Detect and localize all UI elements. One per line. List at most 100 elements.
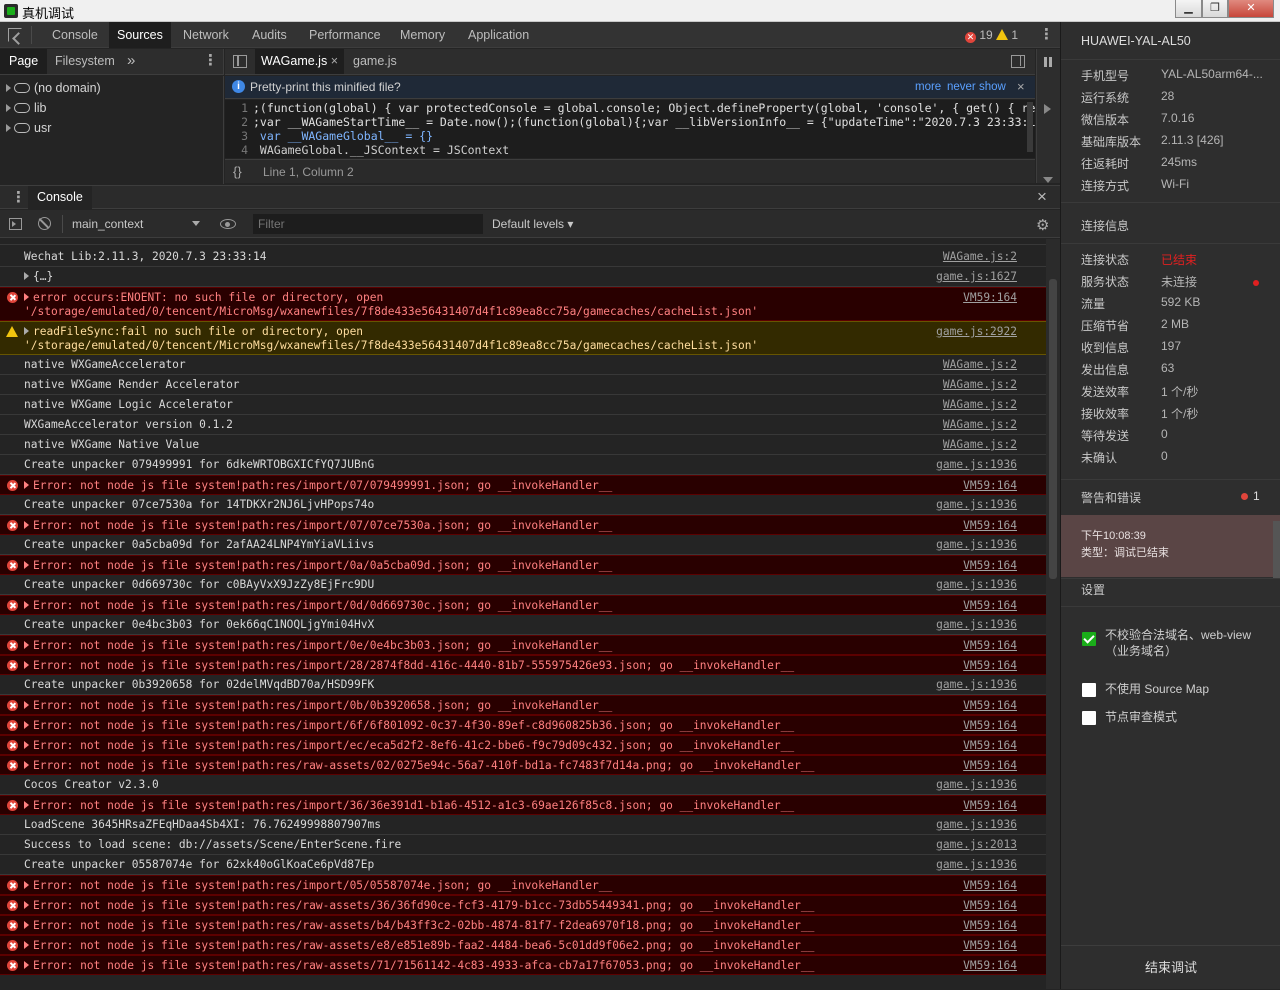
source-link[interactable]: VM59:164	[963, 939, 1017, 953]
expand-arrow-icon[interactable]	[24, 641, 29, 649]
source-link[interactable]: VM59:164	[963, 291, 1017, 305]
tree-item-lib[interactable]: lib	[6, 98, 47, 118]
log-row[interactable]: Wechat Lib:2.11.3, 2020.7.3 23:33:14 WAGa…	[0, 247, 1046, 267]
issue-counter[interactable]: ✕ 19 1	[965, 28, 1018, 43]
log-row[interactable]: Create unpacker 0e4bc3b03 for 0ek66qC1NO…	[0, 615, 1046, 635]
tab-sources[interactable]: Sources	[109, 22, 171, 48]
tree-item-no-domain[interactable]: (no domain)	[6, 78, 101, 98]
log-row[interactable]: Success to load scene: db://assets/Scene…	[0, 835, 1046, 855]
source-link[interactable]: VM59:164	[963, 559, 1017, 573]
log-row[interactable]: Create unpacker 0b3920658 for 02delMVqdB…	[0, 675, 1046, 695]
expand-arrow-icon[interactable]	[24, 961, 29, 969]
clear-console-icon[interactable]	[38, 217, 51, 230]
expand-arrow-icon[interactable]	[24, 481, 29, 489]
source-link[interactable]: VM59:164	[963, 739, 1017, 753]
maximize-button[interactable]: ❐	[1202, 0, 1228, 18]
source-link[interactable]: WAGame.js:2	[943, 358, 1017, 372]
expand-arrow-icon[interactable]	[24, 293, 29, 301]
editor-scrollbar[interactable]	[1027, 102, 1033, 152]
source-link[interactable]: game.js:1627	[936, 270, 1017, 284]
source-link[interactable]: VM59:164	[963, 659, 1017, 673]
source-link[interactable]: WAGame.js:2	[943, 250, 1017, 264]
tab-page[interactable]: Page	[0, 49, 48, 74]
source-link[interactable]: game.js:1936	[936, 498, 1017, 512]
expand-arrow-icon[interactable]	[24, 521, 29, 529]
minimize-button[interactable]: ▁	[1175, 0, 1202, 18]
never-show-link[interactable]: never show	[947, 81, 1006, 93]
error-log-row[interactable]: Error: not node js file system!path:res/…	[0, 795, 1046, 815]
source-link[interactable]: VM59:164	[963, 879, 1017, 893]
log-row[interactable]: Create unpacker 0d669730c for c0BAyVxX9J…	[0, 575, 1046, 595]
source-link[interactable]: VM59:164	[963, 799, 1017, 813]
log-row[interactable]: native WXGame Logic Accelerator WAGame.js…	[0, 395, 1046, 415]
log-row[interactable]: Cocos Creator v2.3.0 game.js:1936	[0, 775, 1046, 795]
expand-arrow-icon[interactable]	[24, 761, 29, 769]
source-link[interactable]: VM59:164	[963, 699, 1017, 713]
console-settings-gear-icon[interactable]: ⚙	[1036, 216, 1049, 234]
expand-arrow-icon[interactable]	[24, 601, 29, 609]
error-log-row[interactable]: Error: not node js file system!path:res/…	[0, 895, 1046, 915]
expand-arrow-icon[interactable]	[24, 921, 29, 929]
error-log-row[interactable]: Error: not node js file system!path:res/…	[0, 475, 1046, 495]
expand-arrow-icon[interactable]	[24, 801, 29, 809]
source-link[interactable]: VM59:164	[963, 919, 1017, 933]
more-tabs-icon[interactable]: »	[119, 49, 143, 74]
scroll-down-icon[interactable]	[1043, 177, 1053, 183]
source-link[interactable]: game.js:1936	[936, 678, 1017, 692]
error-log-row[interactable]: error occurs:ENOENT: no such file or dir…	[0, 287, 1046, 321]
log-row[interactable]: native WXGame Native Value WAGame.js:2	[0, 435, 1046, 455]
scroll-thumb[interactable]	[1049, 279, 1057, 579]
source-link[interactable]: game.js:1936	[936, 778, 1017, 792]
error-log-row[interactable]: Error: not node js file system!path:res/…	[0, 635, 1046, 655]
tab-performance[interactable]: Performance	[301, 22, 389, 48]
source-link[interactable]: VM59:164	[963, 599, 1017, 613]
event-card[interactable]: 下午10:08:39 类型：调试已结束	[1061, 515, 1280, 577]
log-row[interactable]: LoadScene 3645HRsaZFEqHDaa4Sb4XI: 76.762…	[0, 815, 1046, 835]
expand-arrow-icon[interactable]	[24, 561, 29, 569]
tab-application[interactable]: Application	[460, 22, 537, 48]
source-link[interactable]: VM59:164	[963, 519, 1017, 533]
source-link[interactable]: WAGame.js:2	[943, 378, 1017, 392]
error-log-row[interactable]: Error: not node js file system!path:res/…	[0, 595, 1046, 615]
error-log-row[interactable]: Error: not node js file system!path:res/…	[0, 875, 1046, 895]
tab-memory[interactable]: Memory	[392, 22, 453, 48]
log-levels-dropdown[interactable]: Default levels ▾	[492, 217, 573, 231]
console-sidebar-icon[interactable]	[9, 218, 22, 230]
source-link[interactable]: WAGame.js:2	[943, 418, 1017, 432]
error-log-row[interactable]: Error: not node js file system!path:res/…	[0, 655, 1046, 675]
error-log-row[interactable]: Error: not node js file system!path:res/…	[0, 695, 1046, 715]
inspect-element-icon[interactable]	[8, 28, 22, 42]
source-link[interactable]: VM59:164	[963, 479, 1017, 493]
expand-arrow-icon[interactable]	[24, 272, 29, 280]
pause-icon[interactable]	[1044, 57, 1047, 67]
log-row[interactable]: {…} game.js:1627	[0, 267, 1046, 287]
resume-icon[interactable]	[1044, 104, 1051, 114]
tab-filesystem[interactable]: Filesystem	[47, 49, 123, 74]
more-link[interactable]: more	[915, 81, 941, 93]
error-log-row[interactable]: Error: not node js file system!path:res/…	[0, 715, 1046, 735]
source-link[interactable]: game.js:1936	[936, 858, 1017, 872]
expand-arrow-icon[interactable]	[24, 327, 29, 335]
console-messages[interactable]: Wechat Lib:2.11.3, 2020.7.3 23:33:14 WAGa…	[0, 239, 1046, 989]
expand-arrow-icon[interactable]	[24, 661, 29, 669]
log-row[interactable]: Create unpacker 0a5cba09d for 2afAA24LNP…	[0, 535, 1046, 555]
close-infobar-icon[interactable]: ×	[1017, 79, 1025, 94]
log-row[interactable]: native WXGame Render Accelerator WAGame.j…	[0, 375, 1046, 395]
skip-domain-check-checkbox[interactable]	[1082, 632, 1096, 646]
no-source-map-checkbox[interactable]	[1082, 683, 1096, 697]
source-link[interactable]: game.js:2922	[936, 325, 1017, 339]
error-log-row[interactable]: Error: not node js file system!path:res/…	[0, 515, 1046, 535]
error-log-row[interactable]: Error: not node js file system!path:res/…	[0, 915, 1046, 935]
source-link[interactable]: VM59:164	[963, 759, 1017, 773]
source-link[interactable]: VM59:164	[963, 639, 1017, 653]
source-link[interactable]: game.js:1936	[936, 458, 1017, 472]
source-link[interactable]: game.js:1936	[936, 538, 1017, 552]
context-selector[interactable]: main_context	[72, 217, 143, 231]
editor-tab-wagame[interactable]: WAGame.js ×	[255, 49, 345, 74]
context-dropdown-icon[interactable]	[192, 221, 200, 226]
log-row[interactable]: Create unpacker 05587074e for 62xk40oGlK…	[0, 855, 1046, 875]
log-row[interactable]: WXGameAccelerator version 0.1.2 WAGame.js…	[0, 415, 1046, 435]
toggle-debugger-icon[interactable]	[1011, 55, 1025, 68]
source-link[interactable]: VM59:164	[963, 959, 1017, 973]
source-link[interactable]: game.js:1936	[936, 578, 1017, 592]
